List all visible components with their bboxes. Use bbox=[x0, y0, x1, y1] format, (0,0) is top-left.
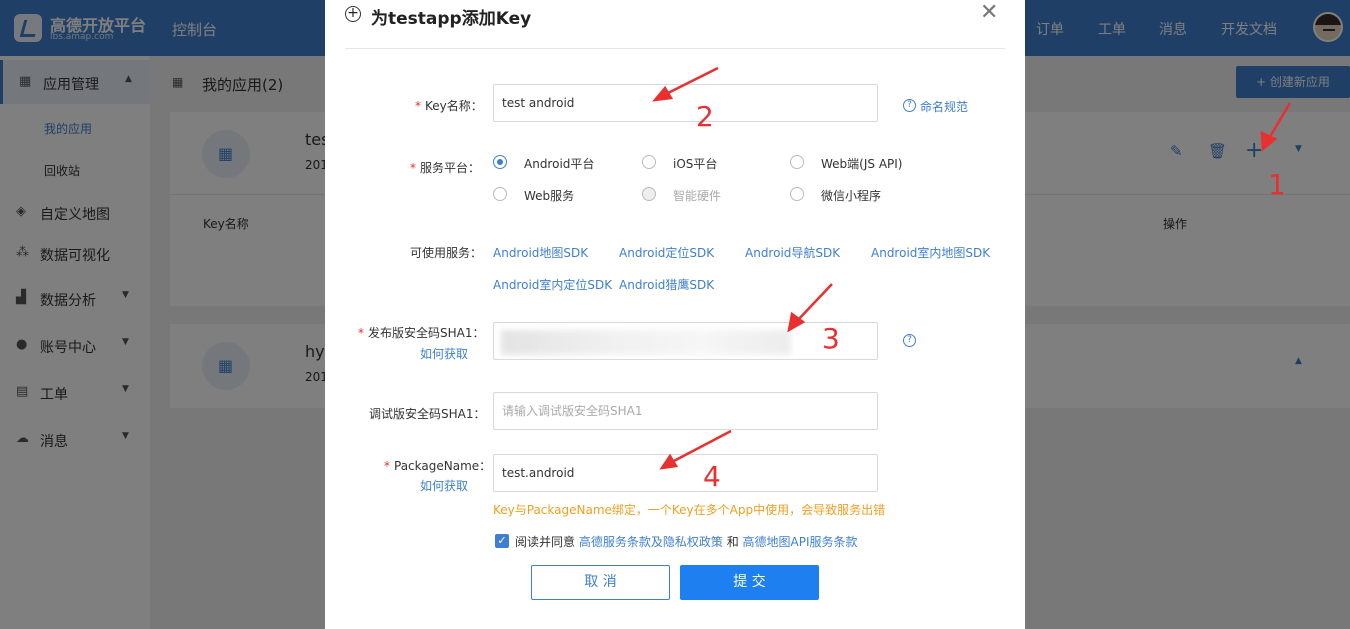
annotation-number-2: 2 bbox=[696, 100, 714, 133]
annotation-number-4: 4 bbox=[703, 460, 721, 493]
annotation-number-1: 1 bbox=[1268, 168, 1286, 201]
annotation-number-3: 3 bbox=[822, 322, 840, 355]
annotation-arrows bbox=[652, 66, 1292, 470]
